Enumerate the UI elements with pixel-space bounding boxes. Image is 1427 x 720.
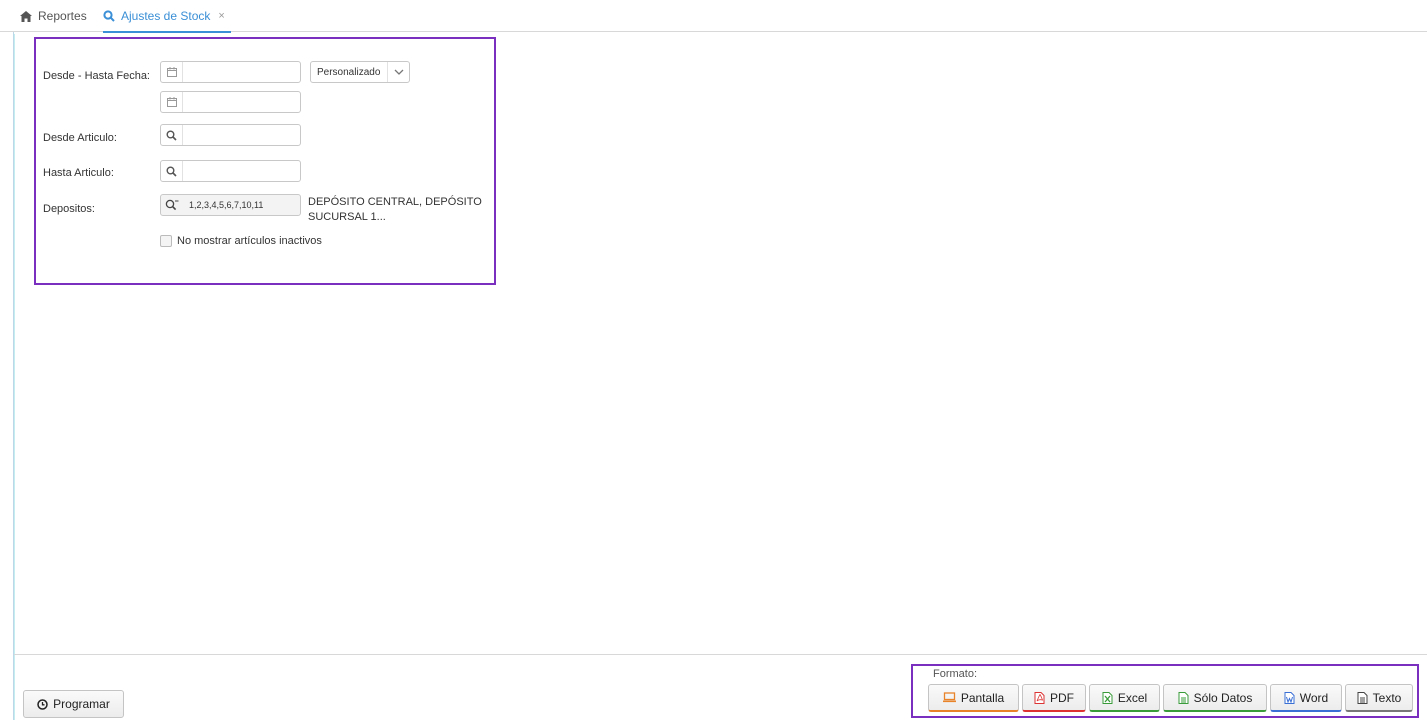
pantalla-button[interactable]: Pantalla	[928, 684, 1019, 712]
pantalla-label: Pantalla	[960, 690, 1005, 705]
texto-button[interactable]: Texto	[1345, 684, 1413, 712]
inactivos-label: No mostrar artículos inactivos	[177, 235, 322, 247]
calendar-icon[interactable]	[161, 62, 183, 82]
search-icon[interactable]	[161, 125, 183, 145]
tab-bar: Reportes Ajustes de Stock ×	[0, 0, 1427, 33]
desde-articulo-label: Desde Articulo:	[43, 132, 117, 144]
clock-icon	[37, 698, 48, 710]
tab-reportes[interactable]: Reportes	[20, 0, 87, 32]
filters-panel: Desde - Hasta Fecha: Personalizado Desde…	[34, 37, 496, 285]
home-icon	[20, 10, 32, 22]
tab-reportes-label: Reportes	[38, 9, 87, 23]
calendar-icon[interactable]	[161, 92, 183, 112]
fecha-desde-field[interactable]	[160, 61, 301, 83]
fecha-hasta-field[interactable]	[160, 91, 301, 113]
depositos-label: Depositos:	[43, 203, 95, 215]
word-label: Word	[1299, 690, 1329, 705]
chevron-down-icon[interactable]	[387, 62, 409, 82]
desde-articulo-field[interactable]	[160, 124, 301, 146]
pdf-button[interactable]: PDF	[1022, 684, 1086, 712]
depositos-description: DEPÓSITO CENTRAL, DEPÓSITO SUCURSAL 1...	[308, 195, 482, 225]
data-file-icon	[1178, 691, 1189, 704]
fecha-label: Desde - Hasta Fecha:	[43, 70, 150, 82]
word-button[interactable]: Word	[1270, 684, 1342, 712]
pdf-file-icon	[1034, 691, 1045, 704]
hasta-articulo-field[interactable]	[160, 160, 301, 182]
depositos-desc-line1: DEPÓSITO CENTRAL, DEPÓSITO	[308, 196, 482, 208]
inactivos-checkbox[interactable]	[160, 235, 172, 247]
excel-button[interactable]: Excel	[1089, 684, 1160, 712]
depositos-value: 1,2,3,4,5,6,7,10,11	[189, 200, 264, 210]
search-icon[interactable]	[161, 161, 183, 181]
depositos-desc-line2: SUCURSAL 1...	[308, 211, 386, 223]
excel-label: Excel	[1117, 690, 1148, 705]
format-panel: Formato: Pantalla PDF Excel Sólo Datos W…	[911, 664, 1419, 718]
depositos-field[interactable]: 1,2,3,4,5,6,7,10,11	[160, 194, 301, 216]
texto-label: Texto	[1372, 690, 1402, 705]
word-file-icon	[1284, 691, 1295, 704]
hasta-articulo-label: Hasta Articulo:	[43, 167, 114, 179]
programar-button[interactable]: Programar	[23, 690, 124, 718]
periodo-select[interactable]: Personalizado	[310, 61, 410, 83]
search-icon	[103, 10, 115, 22]
footer-divider	[14, 654, 1427, 655]
solo-datos-button[interactable]: Sólo Datos	[1163, 684, 1267, 712]
tab-ajustes-de-stock[interactable]: Ajustes de Stock ×	[103, 0, 231, 33]
text-file-icon	[1357, 691, 1368, 704]
solo-datos-label: Sólo Datos	[1193, 690, 1253, 705]
formato-label: Formato:	[933, 668, 978, 680]
programar-label: Programar	[53, 697, 110, 711]
tab-ajustes-label: Ajustes de Stock	[121, 9, 211, 23]
inactivos-checkbox-row[interactable]: No mostrar artículos inactivos	[160, 235, 322, 247]
excel-file-icon	[1102, 691, 1113, 704]
close-icon[interactable]: ×	[218, 10, 224, 22]
content-left-accent	[14, 34, 15, 720]
monitor-icon	[942, 692, 956, 703]
search-list-icon[interactable]	[161, 195, 183, 215]
pdf-label: PDF	[1050, 690, 1074, 705]
periodo-value: Personalizado	[317, 66, 381, 78]
